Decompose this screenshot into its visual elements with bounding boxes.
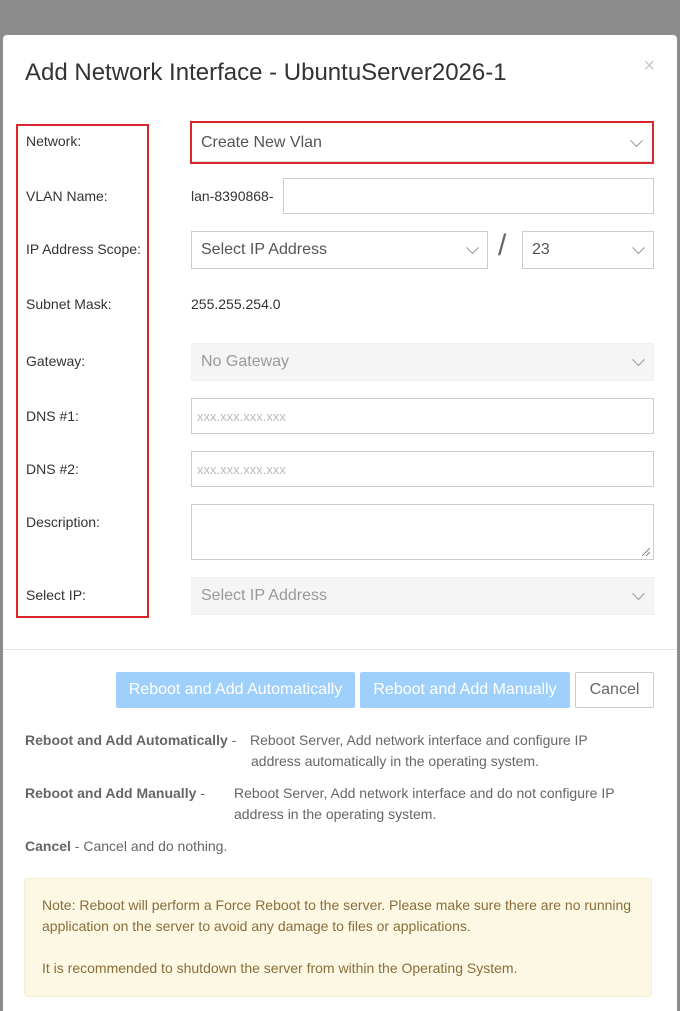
manual-line2: address in the operating system.: [234, 806, 437, 822]
chevron-down-icon: [632, 353, 645, 367]
cidr-select[interactable]: 23: [522, 231, 654, 269]
vlan-name-label: VLAN Name:: [26, 188, 108, 204]
auto-description-text: Reboot Server, Add network interface and…: [250, 730, 650, 772]
dns1-placeholder: xxx.xxx.xxx.xxx: [197, 408, 286, 424]
add-network-interface-modal: Add Network Interface - UbuntuServer2026…: [3, 35, 677, 1011]
cancel-text: - Cancel and do nothing.: [70, 838, 228, 854]
reboot-add-manually-button[interactable]: Reboot and Add Manually: [360, 672, 570, 708]
auto-line1: Reboot Server, Add network interface and…: [250, 732, 588, 748]
cidr-separator: /: [498, 229, 507, 262]
cidr-value: 23: [532, 241, 550, 258]
auto-term: Reboot and Add Automatically: [25, 732, 228, 748]
auto-line2: address automatically in the operating s…: [251, 753, 539, 769]
chevron-down-icon: [632, 241, 645, 255]
vlan-prefix: lan-8390868-: [191, 188, 274, 204]
cancel-term: Cancel: [25, 838, 71, 854]
note-line2: It is recommended to shutdown the server…: [42, 960, 518, 976]
reboot-add-automatically-button[interactable]: Reboot and Add Automatically: [116, 672, 355, 708]
ip-scope-value: Select IP Address: [201, 241, 327, 258]
network-label: Network:: [26, 133, 82, 149]
gateway-label: Gateway:: [26, 353, 86, 369]
dns2-label: DNS #2:: [26, 461, 79, 477]
modal-title: Add Network Interface - UbuntuServer2026…: [25, 59, 507, 86]
cancel-description: Cancel - Cancel and do nothing.: [25, 836, 227, 857]
note-line1: Note: Reboot will perform a Force Reboot…: [42, 897, 632, 934]
gateway-value: No Gateway: [201, 353, 290, 370]
manual-description-term: Reboot and Add Manually -: [25, 783, 209, 804]
description-label: Description:: [26, 514, 100, 530]
select-ip-value: Select IP Address: [201, 587, 327, 604]
ip-scope-select[interactable]: Select IP Address: [191, 231, 488, 269]
network-highlight-box: [190, 121, 654, 164]
close-icon[interactable]: ×: [643, 55, 655, 78]
resize-handle-icon[interactable]: [642, 548, 650, 556]
dns1-input[interactable]: xxx.xxx.xxx.xxx: [191, 398, 654, 434]
gateway-select[interactable]: No Gateway: [191, 343, 654, 381]
dns1-label: DNS #1:: [26, 408, 79, 424]
description-textarea[interactable]: [191, 504, 654, 560]
chevron-down-icon: [466, 241, 479, 255]
vlan-name-input[interactable]: [283, 178, 654, 214]
footer-divider: [3, 649, 677, 650]
subnet-mask-value: 255.255.254.0: [191, 296, 281, 312]
ip-scope-label: IP Address Scope:: [26, 241, 141, 257]
manual-description-text: Reboot Server, Add network interface and…: [234, 783, 654, 825]
auto-separator: -: [227, 732, 241, 748]
select-ip-select[interactable]: Select IP Address: [191, 577, 654, 615]
manual-line1: Reboot Server, Add network interface and…: [234, 785, 615, 801]
dns2-placeholder: xxx.xxx.xxx.xxx: [197, 461, 286, 477]
select-ip-label: Select IP:: [26, 587, 86, 603]
dns2-input[interactable]: xxx.xxx.xxx.xxx: [191, 451, 654, 487]
reboot-warning-note: Note: Reboot will perform a Force Reboot…: [24, 878, 652, 997]
subnet-mask-label: Subnet Mask:: [26, 296, 112, 312]
manual-separator: -: [196, 785, 209, 801]
auto-description-term: Reboot and Add Automatically -: [25, 730, 240, 751]
chevron-down-icon: [632, 587, 645, 601]
cancel-button[interactable]: Cancel: [575, 672, 654, 708]
manual-term: Reboot and Add Manually: [25, 785, 197, 801]
